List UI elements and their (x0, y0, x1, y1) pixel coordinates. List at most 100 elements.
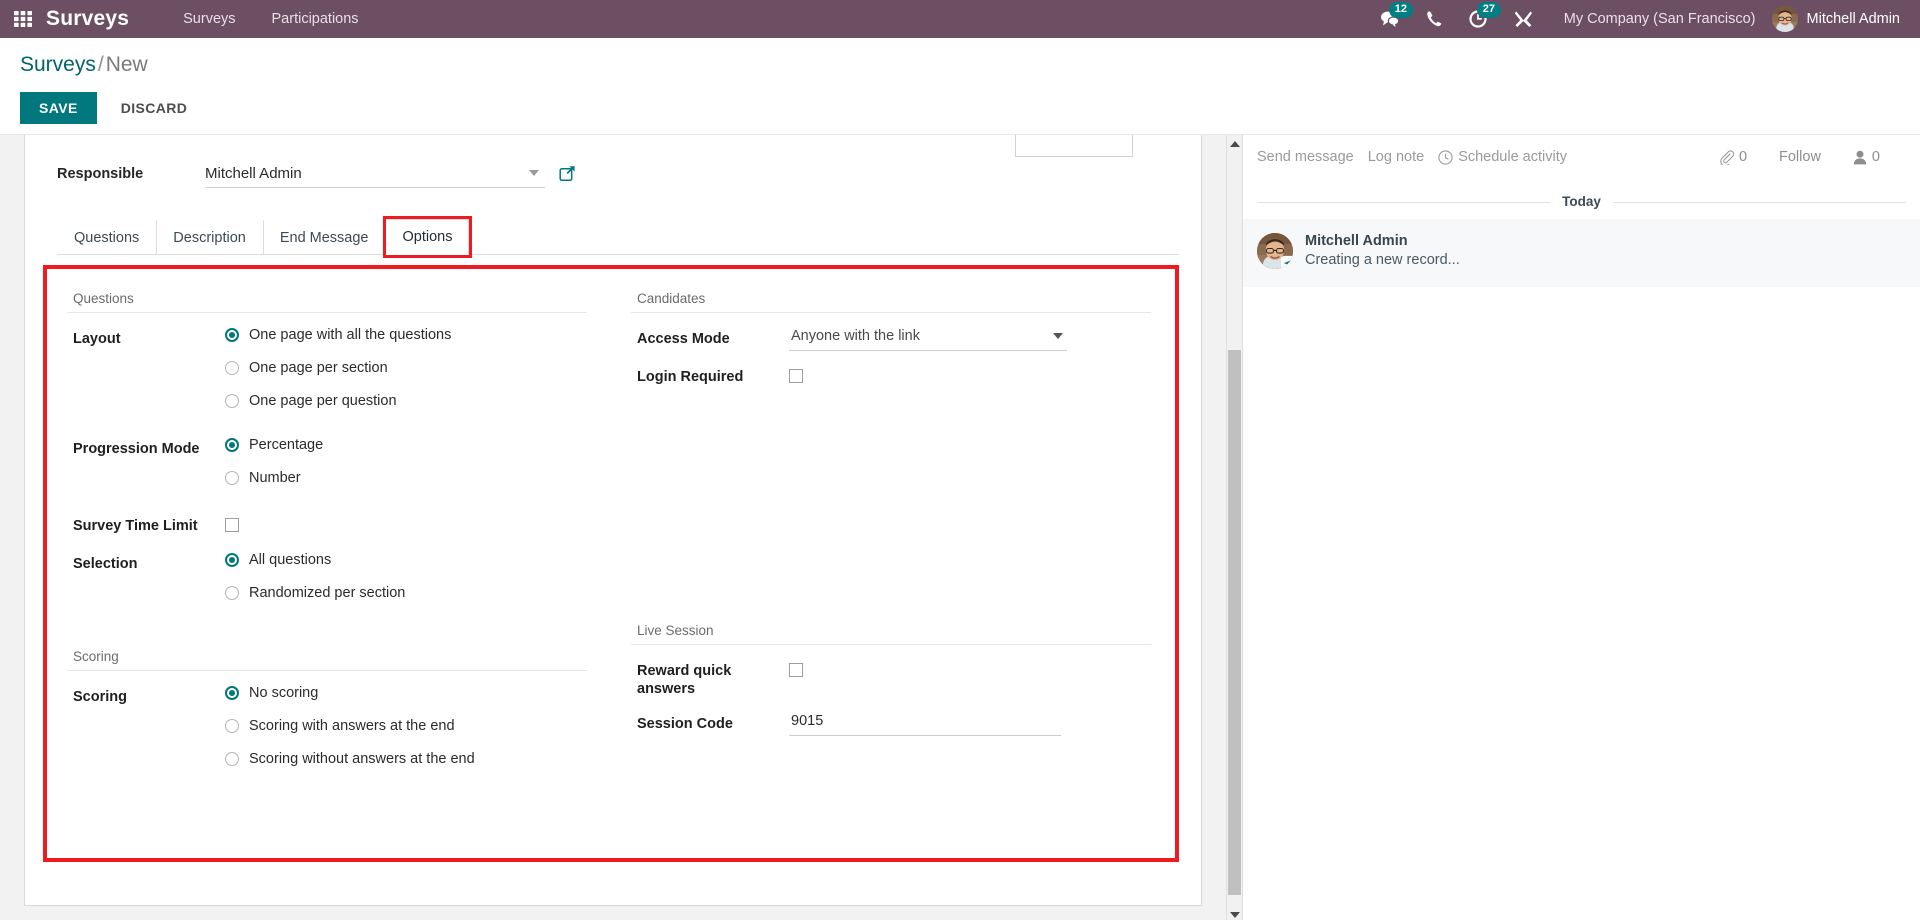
responsible-label: Responsible (57, 166, 144, 182)
selection-option-randomized[interactable]: Randomized per section (225, 585, 587, 601)
wrench-tools-icon (1514, 11, 1532, 27)
survey-image-widget[interactable] (1015, 135, 1133, 157)
tab-questions[interactable]: Questions (57, 220, 156, 255)
breadcrumb-root[interactable]: Surveys (20, 53, 96, 76)
message-author: Mitchell Admin (1305, 233, 1408, 249)
survey-time-limit-value (225, 514, 587, 537)
top-navbar: Surveys Surveys Participations 12 27 My … (0, 0, 1920, 38)
progression-option-percentage[interactable]: Percentage (225, 437, 587, 453)
tab-end-message[interactable]: End Message (262, 220, 386, 255)
layout-option-per-section[interactable]: One page per section (225, 360, 587, 376)
user-menu[interactable]: Mitchell Admin (1771, 6, 1906, 32)
log-note-button[interactable]: Log note (1368, 149, 1438, 165)
avatar (1257, 233, 1293, 269)
followers-button[interactable]: 0 (1835, 149, 1898, 165)
selection-radio-group: All questions Randomized per section (225, 552, 587, 601)
scoring-option-label: Scoring with answers at the end (249, 718, 455, 734)
user-name: Mitchell Admin (1806, 11, 1900, 27)
scoring-label: Scoring (73, 689, 127, 705)
phone-button[interactable] (1413, 0, 1455, 38)
radio-icon[interactable] (225, 438, 239, 452)
nav-participations[interactable]: Participations (254, 0, 377, 38)
form-area: Responsible Questions (0, 135, 1226, 920)
radio-icon[interactable] (225, 553, 239, 567)
access-mode-input[interactable] (789, 327, 1067, 351)
tab-options[interactable]: Options (382, 216, 473, 258)
radio-icon[interactable] (225, 586, 239, 600)
external-link-icon[interactable] (559, 163, 576, 187)
discard-button[interactable]: DISCARD (105, 92, 204, 124)
app-brand[interactable]: Surveys (46, 0, 135, 38)
schedule-activity-button[interactable]: Schedule activity (1438, 149, 1581, 165)
session-code-input[interactable] (789, 712, 1061, 736)
reward-quick-answers-checkbox[interactable] (789, 663, 803, 677)
responsible-input[interactable] (205, 163, 545, 188)
progression-option-number[interactable]: Number (225, 470, 587, 486)
scoring-option-no-scoring[interactable]: No scoring (225, 685, 587, 701)
login-required-value (789, 365, 1151, 388)
access-mode-label: Access Mode (637, 331, 730, 347)
radio-icon[interactable] (225, 471, 239, 485)
login-required-label: Login Required (637, 369, 744, 385)
company-switcher[interactable]: My Company (San Francisco) (1546, 11, 1772, 27)
scrollbar-thumb[interactable] (1228, 350, 1241, 895)
reward-quick-answers-field-row: Reward quick answers (631, 659, 1151, 698)
tab-description[interactable]: Description (156, 220, 263, 255)
radio-icon[interactable] (225, 328, 239, 342)
followers-count: 0 (1871, 149, 1880, 165)
breadcrumb-current: New (105, 53, 148, 76)
progression-radio-group: Percentage Number (225, 437, 587, 486)
layout-option-per-question[interactable]: One page per question (225, 393, 587, 409)
access-mode-select[interactable] (789, 327, 1067, 351)
day-separator-label: Today (1550, 194, 1613, 209)
follow-button[interactable]: Follow (1765, 149, 1835, 165)
radio-icon[interactable] (225, 719, 239, 733)
messages-badge: 12 (1388, 2, 1413, 18)
send-message-button[interactable]: Send message (1257, 149, 1368, 165)
messages-button[interactable]: 12 (1367, 0, 1413, 38)
radio-icon[interactable] (225, 752, 239, 766)
layout-option-label: One page per question (249, 393, 397, 409)
grid-apps-icon[interactable] (0, 0, 46, 38)
layout-label: Layout (73, 331, 121, 347)
responsible-field (205, 163, 545, 188)
scoring-option-with-answers[interactable]: Scoring with answers at the end (225, 718, 587, 734)
radio-icon[interactable] (225, 361, 239, 375)
layout-option-one-page-all[interactable]: One page with all the questions (225, 327, 587, 343)
form-vertical-scrollbar[interactable] (1226, 135, 1242, 920)
debug-tools-button[interactable] (1501, 0, 1546, 38)
attachments-button[interactable]: 0 (1701, 149, 1765, 165)
scroll-down-arrow-icon[interactable] (1229, 912, 1240, 918)
save-button[interactable]: SAVE (20, 92, 97, 124)
login-required-checkbox[interactable] (789, 369, 803, 383)
group-title-questions: Questions (67, 291, 587, 313)
survey-time-limit-label: Survey Time Limit (73, 518, 198, 534)
login-required-field-row: Login Required (631, 365, 1151, 388)
activities-button[interactable]: 27 (1455, 0, 1501, 38)
chatter-panel: Send message Log note Schedule activity … (1242, 135, 1920, 920)
scoring-option-without-answers[interactable]: Scoring without answers at the end (225, 751, 587, 767)
phone-icon (1426, 11, 1441, 27)
chevron-down-icon[interactable] (529, 170, 539, 176)
chevron-down-icon[interactable] (1053, 333, 1063, 339)
layout-field-row: Layout One page with all the questions O… (67, 327, 587, 409)
selection-option-all-questions[interactable]: All questions (225, 552, 587, 568)
access-mode-field-row: Access Mode (631, 327, 1151, 351)
schedule-activity-label: Schedule activity (1458, 149, 1567, 165)
survey-time-limit-checkbox[interactable] (225, 518, 239, 532)
options-panel-highlight: Questions Layout One page with all the q… (43, 265, 1179, 862)
scroll-up-arrow-icon[interactable] (1229, 141, 1240, 147)
nav-surveys[interactable]: Surveys (165, 0, 253, 38)
radio-icon[interactable] (225, 394, 239, 408)
options-grid: Questions Layout One page with all the q… (47, 269, 1175, 858)
radio-icon[interactable] (225, 686, 239, 700)
layout-option-label: One page per section (249, 360, 388, 376)
session-code-label: Session Code (637, 716, 733, 732)
clock-icon (1438, 149, 1453, 165)
scoring-option-label: No scoring (249, 685, 319, 701)
